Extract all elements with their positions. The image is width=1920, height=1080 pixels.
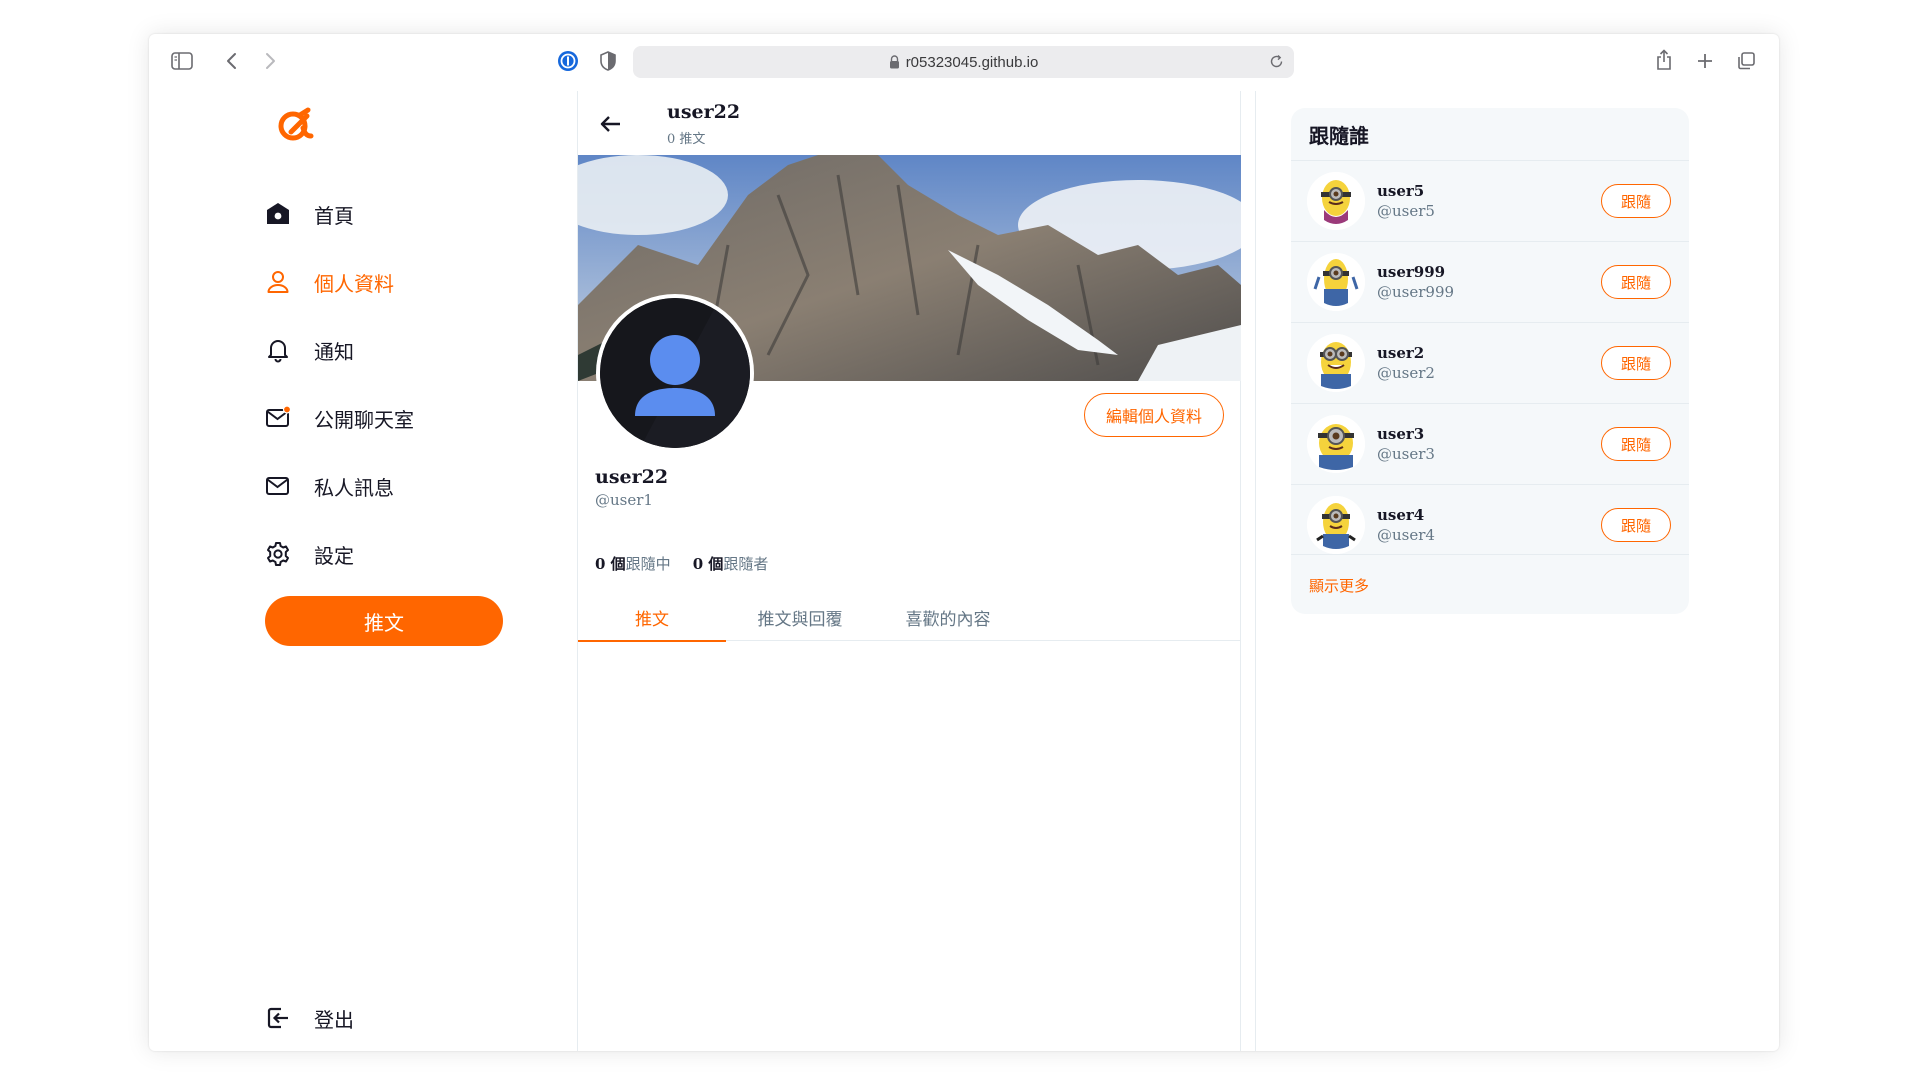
follow-stats: 0 個跟隨中 0 個跟隨者 xyxy=(595,553,790,574)
followers-count: 0 個 xyxy=(692,555,724,573)
nav-notifications[interactable]: 通知 xyxy=(264,330,354,370)
new-tab-icon[interactable] xyxy=(1692,48,1718,74)
edit-profile-button[interactable]: 編輯個人資料 xyxy=(1084,393,1224,437)
suggestion-handle: @user2 xyxy=(1377,364,1435,382)
divider xyxy=(1291,554,1689,555)
lock-icon xyxy=(889,55,900,69)
nav-label: 通知 xyxy=(314,339,354,364)
suggestion-row[interactable]: user999 @user999 跟隨 xyxy=(1291,241,1689,322)
nav-label: 公開聊天室 xyxy=(314,407,414,432)
suggestion-handle: @user4 xyxy=(1377,526,1435,544)
nav-label: 私人訊息 xyxy=(314,475,394,500)
nav-private-messages[interactable]: 私人訊息 xyxy=(264,466,394,506)
nav-logout[interactable]: 登出 xyxy=(264,998,354,1038)
back-icon[interactable] xyxy=(219,48,245,74)
avatar[interactable] xyxy=(1307,334,1365,392)
follow-button[interactable]: 跟隨 xyxy=(1601,346,1671,380)
suggestion-name: user3 xyxy=(1377,425,1425,443)
follow-button[interactable]: 跟隨 xyxy=(1601,265,1671,299)
url-text: r05323045.github.io xyxy=(905,53,1039,71)
nav-label: 設定 xyxy=(314,543,354,568)
app-logo[interactable] xyxy=(273,102,317,146)
show-more-link[interactable]: 顯示更多 xyxy=(1309,575,1369,596)
tab-likes[interactable]: 喜歡的內容 xyxy=(874,593,1022,641)
profile-handle: @user1 xyxy=(595,491,653,509)
following-stat[interactable]: 0 個跟隨中 xyxy=(595,553,671,574)
suggestion-row[interactable]: user4 @user4 跟隨 xyxy=(1291,484,1689,565)
nav-label: 個人資料 xyxy=(314,271,394,296)
browser-toolbar: r05323045.github.io xyxy=(149,34,1779,88)
suggestion-name: user5 xyxy=(1377,182,1425,200)
password-icon[interactable] xyxy=(555,48,581,74)
suggestion-handle: @user3 xyxy=(1377,445,1435,463)
avatar[interactable] xyxy=(1307,496,1365,554)
user-icon xyxy=(264,268,292,296)
bell-icon xyxy=(264,336,292,364)
gear-icon xyxy=(264,540,292,568)
home-icon xyxy=(264,200,292,228)
reload-icon[interactable] xyxy=(1269,54,1284,69)
followers-label: 跟隨者 xyxy=(723,555,769,573)
who-to-follow-title: 跟隨誰 xyxy=(1309,124,1369,148)
tabs-overview-icon[interactable] xyxy=(1733,48,1759,74)
profile-main: user22 0 推文 編輯個人資料 user22 @user1 0 個跟隨中 … xyxy=(577,91,1241,1051)
tab-tweets[interactable]: 推文 xyxy=(578,593,726,642)
follow-button[interactable]: 跟隨 xyxy=(1601,427,1671,461)
nav-label: 首頁 xyxy=(314,203,354,228)
suggestion-row[interactable]: user3 @user3 跟隨 xyxy=(1291,403,1689,484)
mail-icon xyxy=(264,472,292,500)
logout-icon xyxy=(264,1004,292,1032)
address-bar[interactable]: r05323045.github.io xyxy=(633,46,1294,78)
profile-name: user22 xyxy=(595,466,669,488)
share-icon[interactable] xyxy=(1651,47,1677,73)
follow-button[interactable]: 跟隨 xyxy=(1601,508,1671,542)
nav-public-chat[interactable]: 公開聊天室 xyxy=(264,398,414,438)
avatar[interactable] xyxy=(1307,253,1365,311)
suggestion-row[interactable]: user2 @user2 跟隨 xyxy=(1291,322,1689,403)
header-tweet-count: 0 推文 xyxy=(667,132,706,147)
following-label: 跟隨中 xyxy=(625,555,671,573)
sidebar-icon[interactable] xyxy=(169,48,195,74)
suggestion-row[interactable]: user5 @user5 跟隨 xyxy=(1291,160,1689,241)
suggestion-name: user4 xyxy=(1377,506,1425,524)
suggestion-handle: @user999 xyxy=(1377,283,1455,301)
avatar[interactable] xyxy=(1307,172,1365,230)
tweet-button[interactable]: 推文 xyxy=(265,596,503,646)
followers-stat[interactable]: 0 個跟隨者 xyxy=(693,553,769,574)
back-arrow-icon[interactable] xyxy=(598,111,624,137)
mail-dot-icon xyxy=(264,404,292,432)
avatar[interactable] xyxy=(1307,415,1365,473)
profile-header: user22 0 推文 xyxy=(578,91,1240,155)
nav-profile[interactable]: 個人資料 xyxy=(264,262,394,302)
nav-settings[interactable]: 設定 xyxy=(264,534,354,574)
profile-avatar[interactable] xyxy=(596,294,754,452)
tab-tweets-replies[interactable]: 推文與回覆 xyxy=(726,593,874,641)
follow-button[interactable]: 跟隨 xyxy=(1601,184,1671,218)
who-to-follow-card: 跟隨誰 user5 @user5 跟隨 user999 @user999 跟隨 … xyxy=(1291,108,1689,614)
suggestion-name: user2 xyxy=(1377,344,1425,362)
profile-tabs: 推文 推文與回覆 喜歡的內容 xyxy=(578,593,1241,642)
nav-home[interactable]: 首頁 xyxy=(264,194,354,234)
suggestion-name: user999 xyxy=(1377,263,1446,281)
suggestion-handle: @user5 xyxy=(1377,202,1435,220)
column-divider xyxy=(1255,91,1256,1051)
browser-window: r05323045.github.io 首頁 個人資料 通知 公開聊天室 私人訊… xyxy=(149,34,1779,1051)
forward-icon[interactable] xyxy=(257,48,283,74)
header-username: user22 xyxy=(667,101,741,123)
nav-label: 登出 xyxy=(314,1007,354,1032)
shield-icon[interactable] xyxy=(595,48,621,74)
following-count: 0 個 xyxy=(595,555,626,573)
